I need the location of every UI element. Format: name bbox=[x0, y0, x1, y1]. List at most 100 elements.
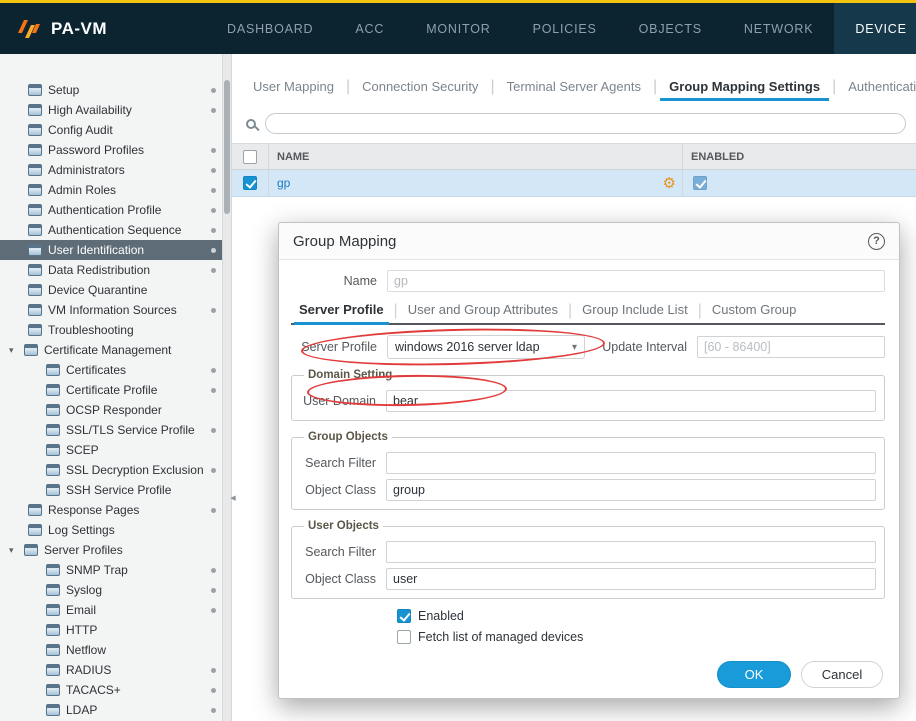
sidebar-item-password-profiles[interactable]: Password Profiles bbox=[0, 140, 231, 160]
status-dot bbox=[211, 188, 216, 193]
enabled-checkbox[interactable] bbox=[397, 609, 411, 623]
nav-tab-network[interactable]: NETWORK bbox=[723, 3, 835, 54]
sidebar-item-certificate-management[interactable]: ▾Certificate Management bbox=[0, 340, 231, 360]
sidebar-item-certificate-profile[interactable]: Certificate Profile bbox=[0, 380, 231, 400]
sidebar-item-netflow[interactable]: Netflow bbox=[0, 640, 231, 660]
chevron-down-icon[interactable]: ▾ bbox=[9, 345, 21, 356]
sidebar-item-high-availability[interactable]: High Availability bbox=[0, 100, 231, 120]
tab-group-mapping-settings[interactable]: Group Mapping Settings bbox=[660, 74, 829, 101]
sidebar-item-label: SNMP Trap bbox=[66, 563, 128, 577]
sidebar-item-server-profiles[interactable]: ▾Server Profiles bbox=[0, 540, 231, 560]
sidebar-item-ssl-decryption-exclusion[interactable]: SSL Decryption Exclusion bbox=[0, 460, 231, 480]
sidebar-item-troubleshooting[interactable]: Troubleshooting bbox=[0, 320, 231, 340]
data-redistribution-icon bbox=[28, 264, 42, 276]
dialog-header: Group Mapping ? bbox=[279, 223, 899, 260]
certificate-profile-icon bbox=[46, 384, 60, 396]
sidebar-item-email[interactable]: Email bbox=[0, 600, 231, 620]
server-profile-dropdown[interactable]: windows 2016 server ldap ▾ bbox=[387, 335, 585, 359]
status-dot bbox=[211, 248, 216, 253]
row-gear-icon[interactable]: ⚙ bbox=[663, 176, 676, 191]
help-icon[interactable]: ? bbox=[868, 233, 885, 250]
user-object-class-input[interactable] bbox=[386, 568, 876, 590]
sidebar-item-response-pages[interactable]: Response Pages bbox=[0, 500, 231, 520]
sidebar-item-administrators[interactable]: Administrators bbox=[0, 160, 231, 180]
netflow-icon bbox=[46, 644, 60, 656]
nav-tab-device[interactable]: DEVICE bbox=[834, 3, 916, 54]
chevron-down-icon[interactable]: ▾ bbox=[9, 545, 21, 556]
tab-user-mapping[interactable]: User Mapping bbox=[244, 74, 343, 101]
sidebar-item-authentication-profile[interactable]: Authentication Profile bbox=[0, 200, 231, 220]
nav-tab-monitor[interactable]: MONITOR bbox=[405, 3, 511, 54]
search-icon[interactable] bbox=[246, 119, 256, 129]
row-checkbox[interactable] bbox=[243, 176, 257, 190]
dialog-tab-custom-group[interactable]: Custom Group bbox=[704, 298, 805, 323]
fetch-managed-devices-checkbox[interactable] bbox=[397, 630, 411, 644]
sidebar-item-label: Administrators bbox=[48, 163, 125, 177]
sidebar-item-radius[interactable]: RADIUS bbox=[0, 660, 231, 680]
nav-tab-policies[interactable]: POLICIES bbox=[512, 3, 618, 54]
row-enabled-checkbox[interactable] bbox=[693, 176, 707, 190]
tab-separator: | bbox=[698, 302, 702, 320]
dialog-tab-server-profile[interactable]: Server Profile bbox=[291, 298, 392, 323]
sidebar-scrollbar[interactable] bbox=[222, 54, 231, 721]
ok-button[interactable]: OK bbox=[717, 661, 791, 688]
nav-tab-dashboard[interactable]: DASHBOARD bbox=[206, 3, 334, 54]
cancel-button[interactable]: Cancel bbox=[801, 661, 883, 688]
nav-tab-objects[interactable]: OBJECTS bbox=[618, 3, 723, 54]
sidebar-item-ssh-service-profile[interactable]: SSH Service Profile bbox=[0, 480, 231, 500]
scep-icon bbox=[46, 444, 60, 456]
table-row[interactable]: gp ⚙ bbox=[232, 170, 916, 197]
sidebar-item-http[interactable]: HTTP bbox=[0, 620, 231, 640]
sidebar-item-label: HTTP bbox=[66, 623, 97, 637]
sidebar-item-snmp-trap[interactable]: SNMP Trap bbox=[0, 560, 231, 580]
tab-connection-security[interactable]: Connection Security bbox=[353, 74, 487, 101]
group-search-filter-input[interactable] bbox=[386, 452, 876, 474]
nav-tab-acc[interactable]: ACC bbox=[334, 3, 405, 54]
sidebar-item-log-settings[interactable]: Log Settings bbox=[0, 520, 231, 540]
user-search-filter-input[interactable] bbox=[386, 541, 876, 563]
sidebar-item-vm-information-sources[interactable]: VM Information Sources bbox=[0, 300, 231, 320]
sidebar-item-ssl-tls-service-profile[interactable]: SSL/TLS Service Profile bbox=[0, 420, 231, 440]
dialog-body: Name Server Profile|User and Group Attri… bbox=[279, 260, 899, 650]
group-object-class-input[interactable] bbox=[386, 479, 876, 501]
search-input[interactable] bbox=[265, 113, 906, 134]
user-domain-input[interactable] bbox=[386, 390, 876, 412]
tab-terminal-server-agents[interactable]: Terminal Server Agents bbox=[498, 74, 650, 101]
ssh-service-profile-icon bbox=[46, 484, 60, 496]
column-header-name[interactable]: NAME bbox=[268, 144, 682, 169]
sidebar-item-data-redistribution[interactable]: Data Redistribution bbox=[0, 260, 231, 280]
sidebar-item-syslog[interactable]: Syslog bbox=[0, 580, 231, 600]
row-name-link[interactable]: gp bbox=[277, 176, 290, 190]
sidebar-item-label: SSL Decryption Exclusion bbox=[66, 463, 204, 477]
tab-separator: | bbox=[346, 78, 350, 96]
sidebar-item-device-quarantine[interactable]: Device Quarantine bbox=[0, 280, 231, 300]
dialog-tab-group-include-list[interactable]: Group Include List bbox=[574, 298, 696, 323]
sidebar-collapse-handle[interactable]: ◀ bbox=[227, 480, 239, 516]
update-interval-input[interactable] bbox=[697, 336, 885, 358]
authentication-sequence-icon bbox=[28, 224, 42, 236]
select-all-checkbox[interactable] bbox=[243, 150, 257, 164]
sidebar-item-admin-roles[interactable]: Admin Roles bbox=[0, 180, 231, 200]
sidebar-scroll-thumb[interactable] bbox=[224, 80, 230, 214]
sidebar-item-ldap[interactable]: LDAP bbox=[0, 700, 231, 720]
name-input[interactable] bbox=[387, 270, 885, 292]
dialog-tab-user-and-group-attributes[interactable]: User and Group Attributes bbox=[400, 298, 566, 323]
sidebar-item-ocsp-responder[interactable]: OCSP Responder bbox=[0, 400, 231, 420]
sidebar-item-label: Authentication Sequence bbox=[48, 223, 181, 237]
sidebar-item-config-audit[interactable]: Config Audit bbox=[0, 120, 231, 140]
sidebar-item-setup[interactable]: Setup bbox=[0, 80, 231, 100]
certificate-management-icon bbox=[24, 344, 38, 356]
tab-authentication-port[interactable]: Authentication Port bbox=[839, 74, 916, 101]
sidebar-item-label: Email bbox=[66, 603, 96, 617]
status-dot bbox=[211, 688, 216, 693]
sidebar-item-label: Password Profiles bbox=[48, 143, 144, 157]
chevron-down-icon: ▾ bbox=[572, 342, 577, 353]
column-header-enabled[interactable]: ENABLED bbox=[682, 144, 916, 169]
sidebar-item-authentication-sequence[interactable]: Authentication Sequence bbox=[0, 220, 231, 240]
sidebar-item-scep[interactable]: SCEP bbox=[0, 440, 231, 460]
sidebar-item-certificates[interactable]: Certificates bbox=[0, 360, 231, 380]
sidebar-item-user-identification[interactable]: User Identification bbox=[0, 240, 231, 260]
status-dot bbox=[211, 608, 216, 613]
sidebar-item-tacacs[interactable]: TACACS+ bbox=[0, 680, 231, 700]
admin-roles-icon bbox=[28, 184, 42, 196]
